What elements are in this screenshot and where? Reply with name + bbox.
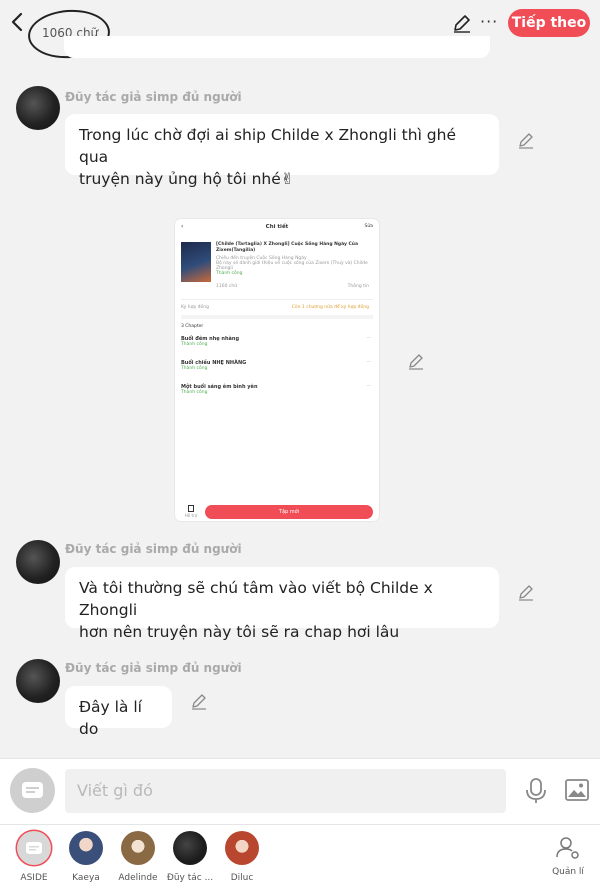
microphone-icon	[526, 778, 546, 803]
shot-chapter-status: Thành công	[181, 366, 208, 371]
more-icon: ···	[366, 336, 371, 341]
character-name: Diluc	[230, 873, 254, 883]
message-line: Trong lúc chờ đợi ai ship Childe x Zhong…	[79, 126, 457, 166]
edit-message-button[interactable]	[190, 692, 208, 710]
character-author[interactable]: Đũy tác ...	[160, 831, 220, 883]
message-line: Và tôi thường sẽ chú tâm vào viết bộ Chi…	[79, 579, 433, 619]
edit-button[interactable]	[452, 13, 472, 33]
chat-bubble-icon	[22, 782, 43, 798]
character-diluc[interactable]: Diluc	[212, 831, 272, 883]
avatar	[121, 831, 155, 865]
character-name: Adelinde	[118, 873, 158, 883]
edit-message-button[interactable]	[517, 583, 535, 601]
shot-sidebar-button: Hỗ trợ	[181, 505, 201, 518]
author-avatar[interactable]	[16, 86, 60, 130]
pen-icon	[454, 15, 470, 33]
manage-characters-button[interactable]: Quản lí	[548, 835, 588, 877]
shot-chapter-status: Thành công	[181, 342, 208, 347]
character-adelinde[interactable]: Adelinde	[108, 831, 168, 883]
edit-message-button[interactable]	[517, 131, 535, 149]
character-name: Đũy tác ...	[166, 873, 214, 883]
manage-label: Quản lí	[552, 867, 584, 877]
message-author: Đũy tác giả simp đủ người	[65, 90, 242, 104]
message-author: Đũy tác giả simp đủ người	[65, 542, 242, 556]
shot-stats: 1160 chữ	[216, 284, 238, 289]
shot-desc-line: Bộ này sẽ dành giới thiệu về cuộc sống c…	[216, 261, 368, 271]
composer-bar: Viết gì đó	[0, 758, 600, 824]
previous-message-bubble	[64, 36, 490, 58]
message-line: truyện này ủng hộ tôi nhé✌	[79, 170, 294, 188]
message-line: Đây là lí do	[79, 698, 142, 738]
next-button[interactable]: Tiếp theo	[508, 9, 590, 37]
author-avatar[interactable]	[16, 659, 60, 703]
shot-book-title: [Childe (Tartaglia) X Zhongli] Cuộc Sống…	[216, 242, 359, 253]
character-name: ASIDE	[20, 873, 48, 883]
avatar	[225, 831, 259, 865]
shot-share: Thông tin	[347, 284, 369, 289]
image-message[interactable]: ‹ Chi tiết Sửa [Childe (Tartaglia) X Zho…	[175, 219, 379, 521]
book-cover	[181, 242, 211, 282]
avatar	[69, 831, 103, 865]
shot-chapters-count: 3 Chapter	[181, 324, 204, 329]
character-bar: ASIDE Kaeya Adelinde Đũy tác ... Diluc Q…	[0, 824, 600, 889]
divider	[181, 299, 373, 300]
image-icon	[565, 779, 589, 801]
top-bar: 1060 chữ ··· Tiếp theo	[0, 0, 600, 61]
message-bubble[interactable]: Và tôi thường sẽ chú tâm vào viết bộ Chi…	[65, 567, 499, 641]
avatar	[17, 831, 51, 865]
character-aside[interactable]: ASIDE	[4, 831, 64, 883]
pen-icon	[192, 694, 206, 710]
book-icon	[188, 505, 194, 512]
chevron-left-icon	[11, 12, 23, 32]
more-icon: ···	[366, 360, 371, 365]
shot-chapter-row: Buổi đêm nhẹ nhàng Thành công ···	[181, 336, 373, 347]
character-kaeya[interactable]: Kaeya	[56, 831, 116, 883]
shot-chapter-status: Thành công	[181, 390, 208, 395]
pen-icon	[519, 585, 533, 601]
shot-stats-row: 1160 chữ Thông tin	[181, 284, 373, 289]
shot-chapter-row: Một buổi sáng êm bình yên Thành công ···	[181, 384, 373, 395]
edit-message-button[interactable]	[407, 352, 425, 370]
pen-icon	[519, 133, 533, 149]
divider	[181, 315, 373, 319]
avatar	[173, 831, 207, 865]
image-button[interactable]	[565, 779, 589, 801]
more-button[interactable]: ···	[480, 12, 498, 31]
message-author: Đũy tác giả simp đủ người	[65, 661, 242, 675]
message-line: hơn nên truyện này tôi sẽ ra chap hơi lâ…	[79, 623, 400, 641]
shot-edit: Sửa	[364, 224, 373, 229]
user-settings-icon	[556, 837, 579, 859]
shot-chapter-row: Buổi chiều NHẸ NHÀNG Thành công ···	[181, 360, 373, 371]
back-button[interactable]	[8, 10, 28, 34]
shot-status: Thành công	[216, 271, 243, 276]
shot-contract: Ký hợp đồng	[181, 305, 209, 310]
character-name: Kaeya	[72, 873, 100, 883]
microphone-button[interactable]	[524, 777, 548, 805]
message-bubble[interactable]: Trong lúc chờ đợi ai ship Childe x Zhong…	[65, 114, 499, 188]
aside-avatar-button[interactable]	[10, 768, 55, 813]
message-bubble[interactable]: Đây là lí do	[65, 686, 172, 738]
shot-new-chapter: Tập mới	[205, 505, 373, 519]
chat-bubble-icon	[26, 842, 42, 854]
shot-contract-row: Ký hợp đồng Còn 1 chương nữa để ký hợp đ…	[181, 305, 373, 310]
shot-title: Chi tiết	[265, 224, 289, 230]
pen-icon	[409, 354, 423, 370]
shot-sidebar-label: Hỗ trợ	[184, 513, 198, 518]
shot-book-meta: Chiếu đến truyện Cuộc Sống Hàng Ngày Bộ …	[216, 256, 371, 276]
more-icon: ···	[366, 384, 371, 389]
author-avatar[interactable]	[16, 540, 60, 584]
shot-contract-note: Còn 1 chương nữa để ký hợp đồng	[291, 305, 369, 310]
message-input[interactable]: Viết gì đó	[65, 769, 506, 813]
